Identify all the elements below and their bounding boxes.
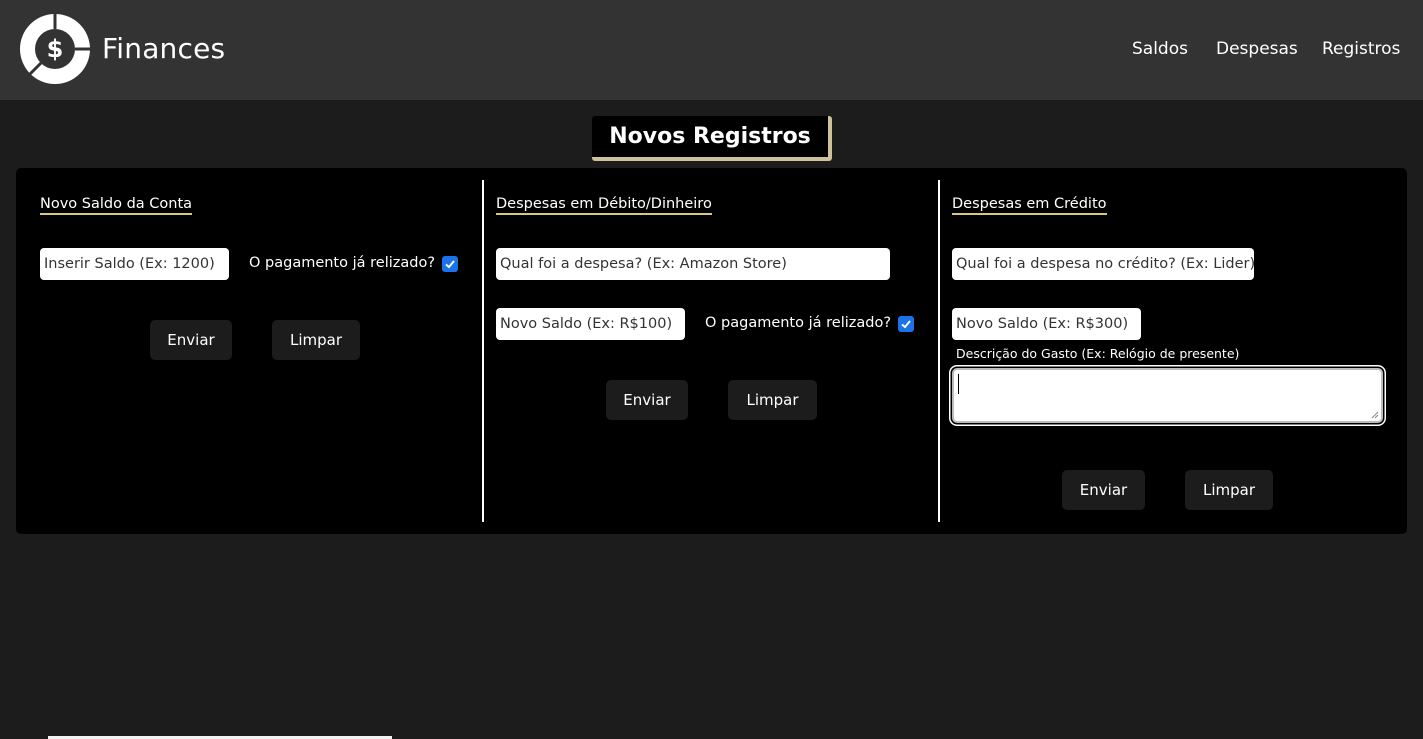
clear-button[interactable]: Limpar — [272, 320, 360, 360]
paid-checkbox[interactable] — [442, 256, 458, 272]
dollar-pie-icon[interactable]: $ — [20, 14, 90, 84]
checkmark-icon — [445, 260, 455, 269]
section-divider — [482, 180, 484, 522]
nav-saldos[interactable]: Saldos — [1132, 39, 1188, 59]
header: $ Finances Saldos Despesas Registros — [0, 0, 1423, 100]
submit-button[interactable]: Enviar — [606, 380, 688, 420]
page-title: Novos Registros — [592, 116, 832, 161]
paid-checkbox-label: O pagamento já relizado? — [705, 315, 892, 331]
debit-expense-input[interactable]: Qual foi a despesa? (Ex: Amazon Store) — [496, 248, 890, 280]
brand-name[interactable]: Finances — [102, 32, 225, 65]
section-title-debito: Despesas em Débito/Dinheiro — [496, 196, 712, 215]
records-panel: Novo Saldo da Conta Inserir Saldo (Ex: 1… — [16, 168, 1407, 534]
nav-registros[interactable]: Registros — [1322, 39, 1400, 59]
submit-button[interactable]: Enviar — [1062, 470, 1145, 510]
description-label: Descrição do Gasto (Ex: Relógio de prese… — [956, 346, 1240, 361]
resize-handle-icon[interactable] — [1371, 411, 1379, 419]
text-caret — [958, 374, 959, 394]
svg-text:$: $ — [47, 35, 64, 63]
credit-expense-input[interactable]: Qual foi a despesa no crédito? (Ex: Lide… — [952, 248, 1254, 280]
paid-checkbox[interactable] — [898, 316, 914, 332]
section-divider — [938, 180, 940, 522]
clear-button[interactable]: Limpar — [728, 380, 817, 420]
paid-checkbox-label: O pagamento já relizado? — [249, 255, 436, 271]
checkmark-icon — [901, 320, 911, 329]
nav-despesas[interactable]: Despesas — [1216, 39, 1298, 59]
debit-saldo-input[interactable]: Novo Saldo (Ex: R$100) — [496, 308, 685, 340]
description-textarea[interactable] — [952, 368, 1383, 423]
credit-saldo-input[interactable]: Novo Saldo (Ex: R$300) — [952, 308, 1141, 340]
clear-button[interactable]: Limpar — [1185, 470, 1273, 510]
section-title-saldo: Novo Saldo da Conta — [40, 196, 193, 215]
section-title-credito: Despesas em Crédito — [952, 196, 1107, 215]
saldo-input[interactable]: Inserir Saldo (Ex: 1200) — [40, 248, 229, 280]
submit-button[interactable]: Enviar — [150, 320, 232, 360]
